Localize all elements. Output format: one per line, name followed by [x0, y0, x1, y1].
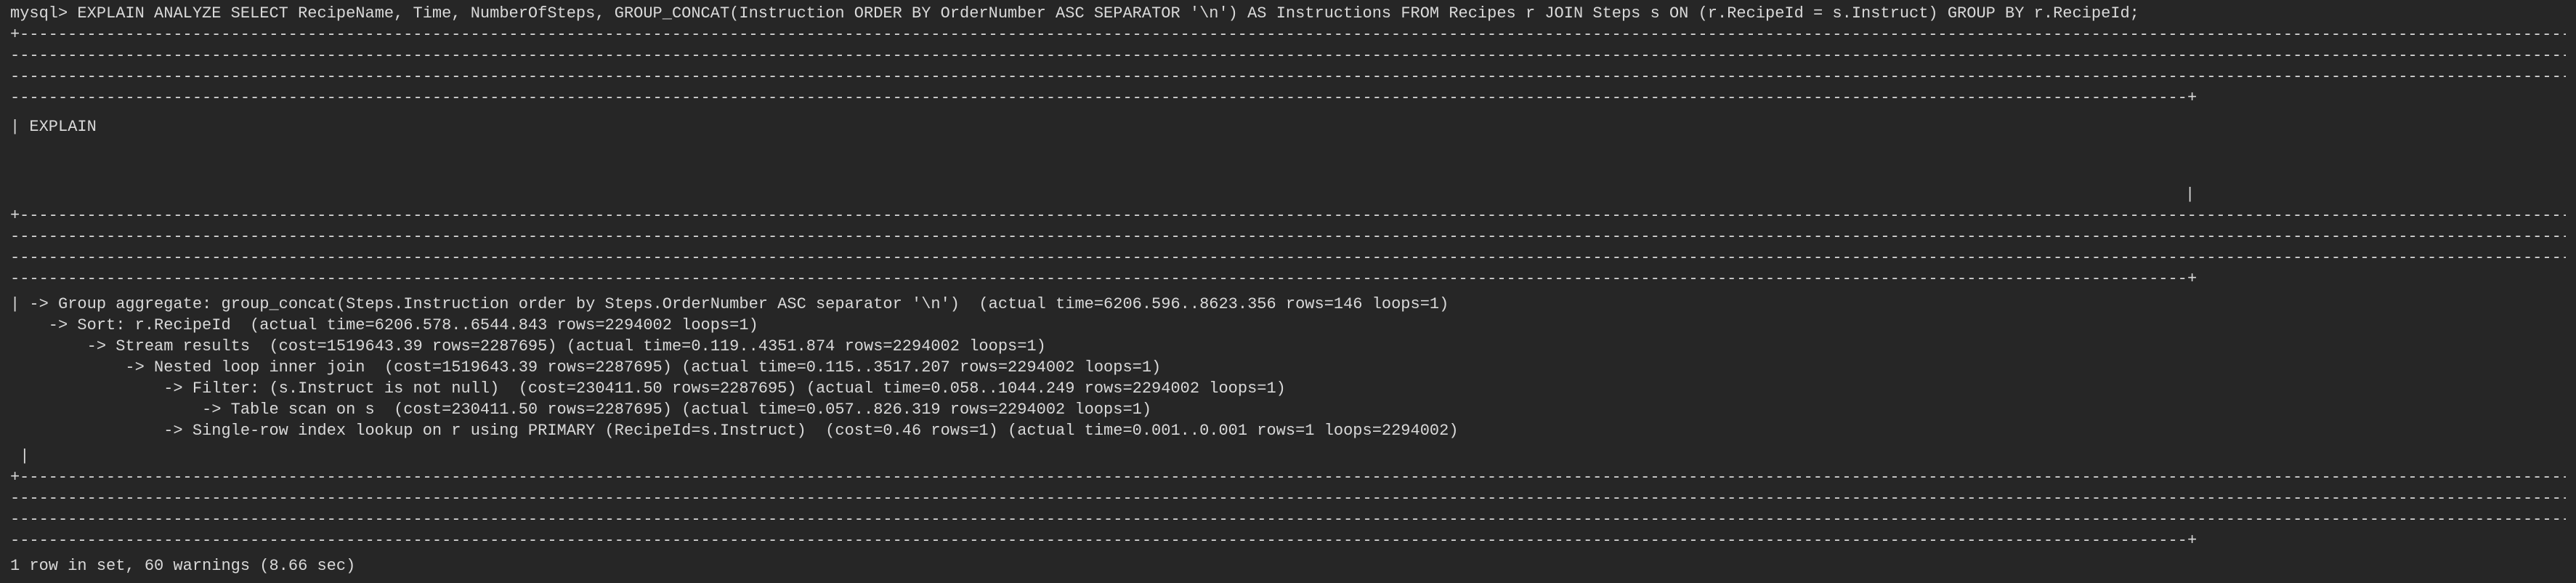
column-separator: | — [2185, 185, 2195, 204]
border-corner: + — [10, 25, 20, 44]
border-dashes: ----------------------------------------… — [10, 270, 2190, 288]
border-dashes: ----------------------------------------… — [20, 25, 2566, 44]
closing-pipe: | — [10, 447, 30, 465]
border-dashes: ----------------------------------------… — [10, 531, 2190, 550]
border-dashes: ----------------------------------------… — [20, 468, 2566, 486]
border-dashes: ----------------------------------------… — [10, 228, 2566, 246]
sql-command: EXPLAIN ANALYZE SELECT RecipeName, Time,… — [77, 4, 2139, 23]
plan-line: -> Single-row index lookup on r using PR… — [10, 422, 1459, 440]
border-corner: + — [10, 468, 20, 486]
command-line: mysql> EXPLAIN ANALYZE SELECT RecipeName… — [10, 3, 2139, 24]
mysql-prompt: mysql> — [10, 4, 78, 23]
border-dashes: ----------------------------------------… — [10, 249, 2566, 267]
result-summary: 1 row in set, 60 warnings (8.66 sec) — [10, 557, 356, 575]
plan-line: -> Nested loop inner join (cost=1519643.… — [10, 358, 1162, 377]
plan-line: -> Filter: (s.Instruct is not null) (cos… — [10, 379, 1286, 398]
border-dashes: ----------------------------------------… — [10, 47, 2566, 65]
border-corner: + — [2187, 531, 2198, 550]
border-dashes: ----------------------------------------… — [10, 510, 2566, 528]
column-header: | EXPLAIN — [10, 118, 97, 136]
plan-line: -> Sort: r.RecipeId (actual time=6206.57… — [10, 316, 758, 334]
border-corner: + — [2187, 270, 2198, 288]
border-corner: + — [10, 206, 20, 225]
border-dashes: ----------------------------------------… — [10, 68, 2566, 86]
border-dashes: ----------------------------------------… — [10, 489, 2566, 507]
plan-line: -> Table scan on s (cost=230411.50 rows=… — [10, 401, 1152, 419]
border-dashes: ----------------------------------------… — [10, 89, 2190, 107]
border-corner: + — [2187, 89, 2198, 107]
plan-line: | -> Group aggregate: group_concat(Steps… — [10, 295, 1449, 313]
border-dashes: ----------------------------------------… — [20, 206, 2566, 225]
terminal-window[interactable]: mysql> EXPLAIN ANALYZE SELECT RecipeName… — [0, 0, 2576, 583]
plan-line: -> Stream results (cost=1519643.39 rows=… — [10, 337, 1046, 355]
